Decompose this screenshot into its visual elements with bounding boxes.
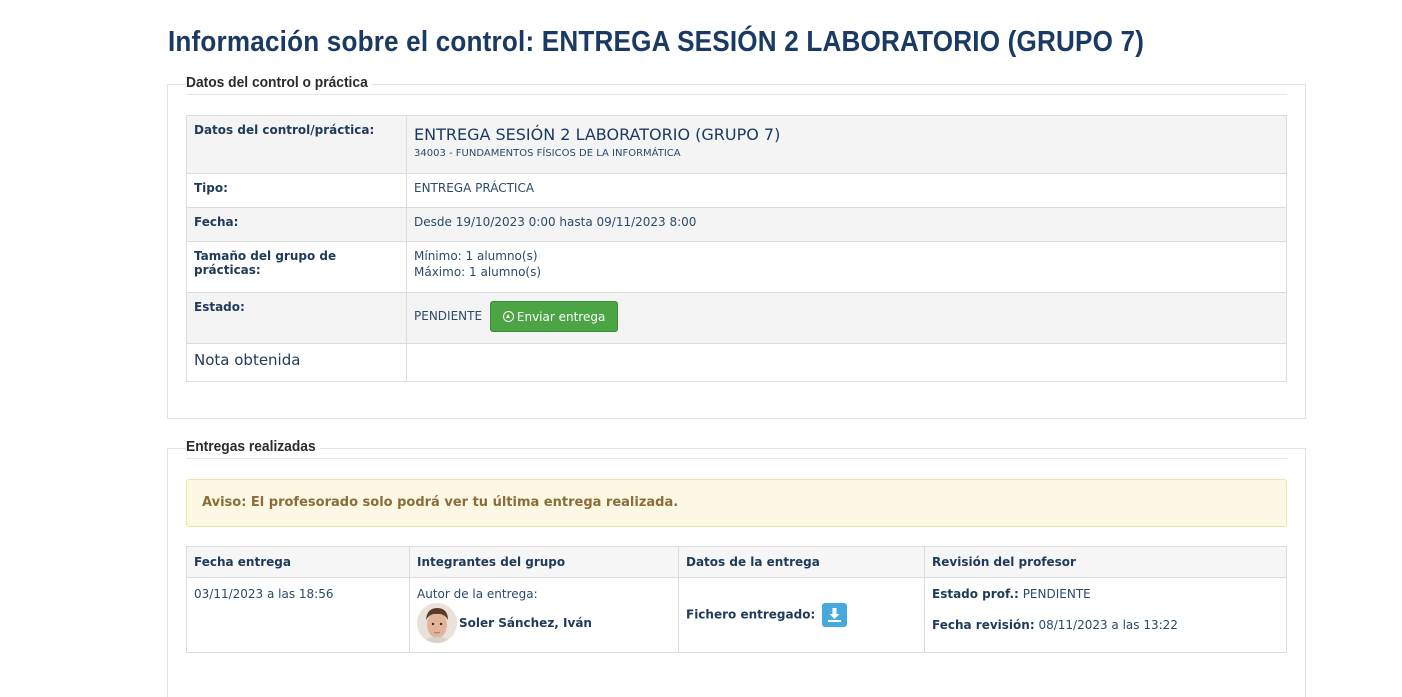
fecha-label: Fecha: <box>186 207 407 242</box>
datos-value: ENTREGA SESIÓN 2 LABORATORIO (GRUPO 7) 3… <box>406 115 1287 174</box>
file-label: Fichero entregado: <box>686 607 816 622</box>
header-fecha: Fecha entrega <box>186 546 410 578</box>
estado-label: Estado: <box>186 292 407 344</box>
estado-value-cell: PENDIENTE Enviar entrega <box>406 292 1287 344</box>
table-row: Tipo: ENTREGA PRÁCTICA <box>186 173 1287 208</box>
author-name: Soler Sánchez, Iván <box>459 616 592 630</box>
delivery-date: 03/11/2023 a las 18:56 <box>186 577 410 653</box>
table-row: Datos del control/práctica: ENTREGA SESI… <box>186 115 1287 174</box>
control-title: ENTREGA SESIÓN 2 LABORATORIO (GRUPO 7) <box>414 125 781 144</box>
table-header-row: Fecha entrega Integrantes del grupo Dato… <box>186 546 1287 578</box>
fecha-revision-value: 08/11/2023 a las 13:22 <box>1038 618 1178 632</box>
fecha-value: Desde 19/10/2023 0:00 hasta 09/11/2023 8… <box>406 207 1287 242</box>
table-row: Estado: PENDIENTE Enviar entrega <box>186 292 1287 344</box>
table-row: 03/11/2023 a las 18:56 Autor de la entre… <box>186 577 1287 653</box>
download-button[interactable] <box>822 603 848 627</box>
estado-prof-label: Estado prof.: <box>932 587 1019 601</box>
control-info-table: Datos del control/práctica: ENTREGA SESI… <box>186 115 1287 382</box>
tipo-label: Tipo: <box>186 173 407 208</box>
send-delivery-label: Enviar entrega <box>516 310 606 324</box>
fecha-revision-label: Fecha revisión: <box>932 618 1035 632</box>
estado-prof-value: PENDIENTE <box>1022 587 1091 601</box>
datos-label: Datos del control/práctica: <box>186 115 407 174</box>
section-legend: Entregas realizadas <box>186 438 320 455</box>
download-icon <box>828 608 842 622</box>
delivery-review: Estado prof.: PENDIENTE Fecha revisión: … <box>924 577 1287 653</box>
author-label: Autor de la entrega: <box>417 587 538 601</box>
section-legend: Datos del control o práctica <box>186 74 372 91</box>
estado-value: PENDIENTE <box>414 309 483 323</box>
header-integrantes: Integrantes del grupo <box>409 546 679 578</box>
table-row: Fecha: Desde 19/10/2023 0:00 hasta 09/11… <box>186 207 1287 242</box>
deliveries-section: Entregas realizadas Aviso: El profesorad… <box>167 438 1306 697</box>
tipo-value: ENTREGA PRÁCTICA <box>406 173 1287 208</box>
deliveries-table: Fecha entrega Integrantes del grupo Dato… <box>186 546 1287 653</box>
grupo-label: Tamaño del grupo de prácticas: <box>186 241 407 293</box>
page-title: Información sobre el control: ENTREGA SE… <box>168 26 1145 58</box>
grupo-max: Máximo: 1 alumno(s) <box>414 265 542 279</box>
header-revision: Revisión del profesor <box>924 546 1287 578</box>
table-row: Nota obtenida <box>186 343 1287 382</box>
nota-value <box>406 343 1287 382</box>
grupo-min: Mínimo: 1 alumno(s) <box>414 249 538 263</box>
grupo-value: Mínimo: 1 alumno(s) Máximo: 1 alumno(s) <box>406 241 1287 293</box>
send-delivery-button[interactable]: Enviar entrega <box>489 301 619 332</box>
nota-label: Nota obtenida <box>186 343 407 382</box>
delivery-members: Autor de la entrega: Soler Sánchez, Iván <box>409 577 679 653</box>
control-info-section: Datos del control o práctica Datos del c… <box>167 74 1306 419</box>
delivery-file-cell: Fichero entregado: <box>678 577 925 653</box>
course-name: 34003 - FUNDAMENTOS FÍSICOS DE LA INFORM… <box>414 148 681 159</box>
circle-arrow-up-icon <box>502 311 514 322</box>
notice-alert: Aviso: El profesorado solo podrá ver tu … <box>186 479 1287 527</box>
table-row: Tamaño del grupo de prácticas: Mínimo: 1… <box>186 241 1287 293</box>
header-datos: Datos de la entrega <box>678 546 925 578</box>
avatar <box>417 603 457 643</box>
